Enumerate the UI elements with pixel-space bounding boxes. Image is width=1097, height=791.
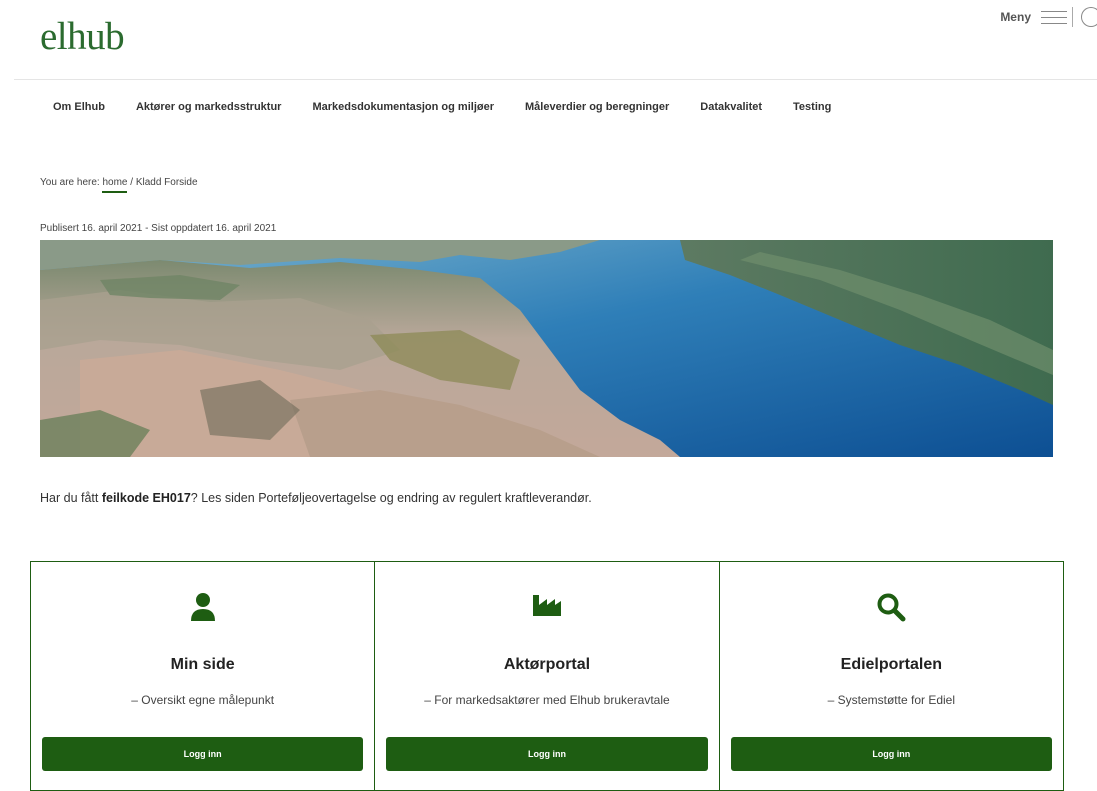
breadcrumb-prefix: You are here: (40, 177, 103, 188)
notice-text-before: Har du fått (40, 491, 102, 505)
user-icon (31, 592, 374, 622)
card-subtitle: – For markedsaktører med Elhub brukeravt… (424, 693, 670, 707)
publish-date: Publisert 16. april 2021 - Sist oppdater… (40, 223, 277, 234)
card-subtitle: – Systemstøtte for Ediel (827, 693, 956, 707)
search-icon (720, 592, 1063, 622)
nav-item-aktorer[interactable]: Aktører og markedsstruktur (136, 101, 282, 113)
nav-item-om-elhub[interactable]: Om Elhub (53, 101, 105, 113)
breadcrumb: You are here: home / Kladd Forside (40, 177, 198, 193)
error-code-notice: Har du fått feilkode EH017? Les siden Po… (40, 491, 592, 505)
login-button-min-side[interactable]: Logg inn (42, 737, 364, 771)
notice-error-code: feilkode EH017 (101, 491, 191, 505)
nav-item-datakvalitet[interactable]: Datakvalitet (700, 101, 762, 113)
card-title: Min side (170, 656, 235, 673)
card-aktorportal: Aktørportal – For markedsaktører med Elh… (374, 562, 718, 790)
login-button-edielportalen[interactable]: Logg inn (730, 737, 1052, 771)
card-subtitle: – Oversikt egne målepunkt (131, 693, 275, 707)
header-divider (1072, 7, 1073, 27)
breadcrumb-current: Kladd Forside (135, 177, 198, 188)
menu-label: Meny (1000, 10, 1031, 24)
menu-button[interactable]: Meny (1000, 6, 1097, 28)
header-divider-line (14, 79, 1097, 80)
nav-item-maleverdier[interactable]: Måleverdier og beregninger (525, 101, 669, 113)
login-cards: Min side – Oversikt egne målepunkt Logg … (30, 561, 1064, 791)
card-edielportalen: Edielportalen – Systemstøtte for Ediel L… (718, 562, 1063, 790)
factory-icon (375, 592, 718, 618)
card-title: Aktørportal (503, 656, 591, 673)
elhub-logo[interactable]: elhub (40, 14, 125, 59)
search-icon[interactable] (1081, 7, 1097, 27)
card-min-side: Min side – Oversikt egne målepunkt Logg … (31, 562, 374, 790)
breadcrumb-separator: / (127, 177, 136, 188)
nav-item-testing[interactable]: Testing (793, 101, 831, 113)
hero-image (40, 240, 1053, 457)
main-navigation: Om Elhub Aktører og markedsstruktur Mark… (53, 101, 862, 113)
nav-item-markedsdokumentasjon[interactable]: Markedsdokumentasjon og miljøer (312, 101, 494, 113)
login-button-aktorportal[interactable]: Logg inn (386, 737, 708, 771)
hamburger-icon (1041, 10, 1067, 24)
breadcrumb-home-link[interactable]: home (102, 177, 128, 193)
notice-text-after[interactable]: ? Les siden Porteføljeovertagelse og end… (191, 491, 592, 505)
card-title: Edielportalen (840, 656, 942, 673)
